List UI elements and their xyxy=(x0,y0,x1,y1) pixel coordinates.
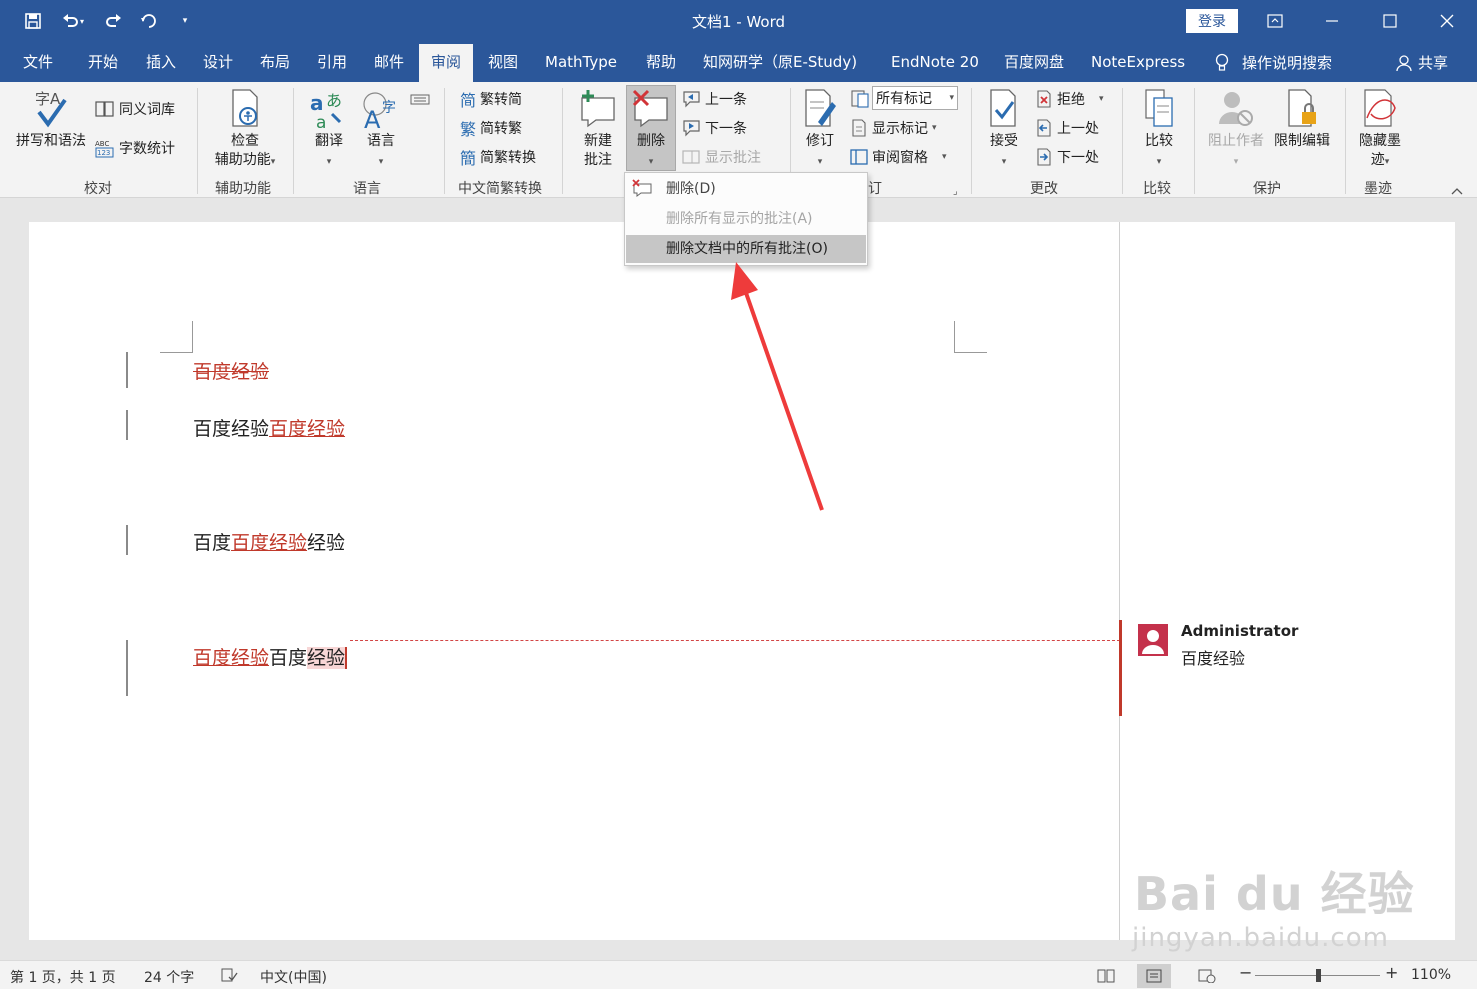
print-layout-icon[interactable] xyxy=(1137,964,1171,988)
web-layout-icon[interactable] xyxy=(1190,964,1224,988)
zoom-slider-thumb[interactable] xyxy=(1316,969,1321,982)
baidu-watermark-logo: Bai du 经验 xyxy=(1134,867,1415,921)
baidu-watermark-url: jingyan.baidu.com xyxy=(1132,923,1389,953)
status-bar: 第 1 页，共 1 页 24 个字 中文(中国) − + 110% xyxy=(0,960,1477,989)
language-status[interactable]: 中文(中国) xyxy=(260,967,327,987)
annotation-arrow xyxy=(731,262,824,511)
word-count[interactable]: 24 个字 xyxy=(144,967,194,987)
zoom-level[interactable]: 110% xyxy=(1411,967,1451,983)
proofing-status-icon[interactable] xyxy=(220,967,238,987)
page-count[interactable]: 第 1 页，共 1 页 xyxy=(10,967,116,987)
read-mode-icon[interactable] xyxy=(1089,964,1123,988)
zoom-in-button[interactable]: + xyxy=(1385,963,1398,982)
zoom-out-button[interactable]: − xyxy=(1239,963,1252,982)
